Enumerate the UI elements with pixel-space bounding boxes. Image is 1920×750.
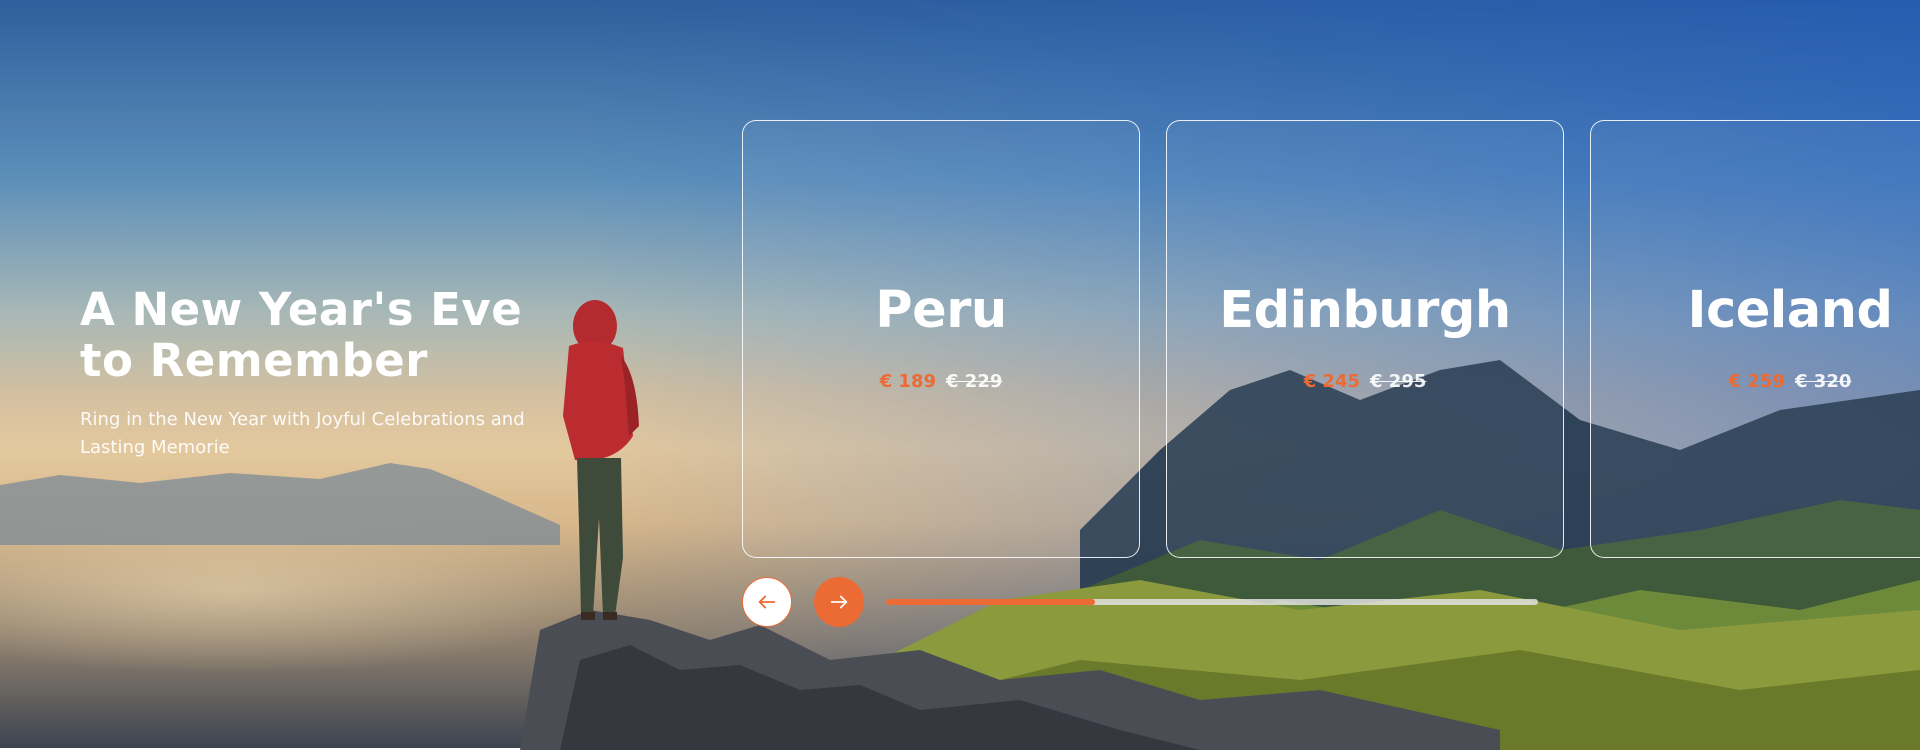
next-slide-button[interactable] [814, 577, 864, 627]
slider-progress-track[interactable] [886, 599, 1538, 605]
destination-name: Iceland [1687, 281, 1893, 340]
hero-subtitle: Ring in the New Year with Joyful Celebra… [80, 409, 525, 458]
arrow-left-icon [758, 595, 776, 609]
price-row: € 259 € 320 [1591, 371, 1920, 392]
destination-name: Peru [875, 281, 1007, 340]
slider-progress-fill [886, 599, 1095, 605]
distant-mountains [0, 463, 560, 545]
arrow-right-icon [830, 595, 848, 609]
price-row: € 245 € 295 [1167, 371, 1563, 392]
destination-card-peru[interactable]: Peru € 189 € 229 [742, 120, 1140, 558]
original-price: € 295 [1370, 371, 1427, 392]
destination-name: Edinburgh [1219, 281, 1511, 340]
price-row: € 189 € 229 [743, 371, 1139, 392]
previous-slide-button[interactable] [742, 577, 792, 627]
current-price: € 189 [879, 371, 936, 392]
destination-card-edinburgh[interactable]: Edinburgh € 245 € 295 [1166, 120, 1564, 558]
original-price: € 320 [1795, 371, 1852, 392]
original-price: € 229 [946, 371, 1003, 392]
current-price: € 245 [1303, 371, 1360, 392]
destination-card-iceland[interactable]: Iceland € 259 € 320 [1590, 120, 1920, 558]
current-price: € 259 [1728, 371, 1785, 392]
hero-title: A New Year's Eve to Remember [80, 283, 523, 387]
